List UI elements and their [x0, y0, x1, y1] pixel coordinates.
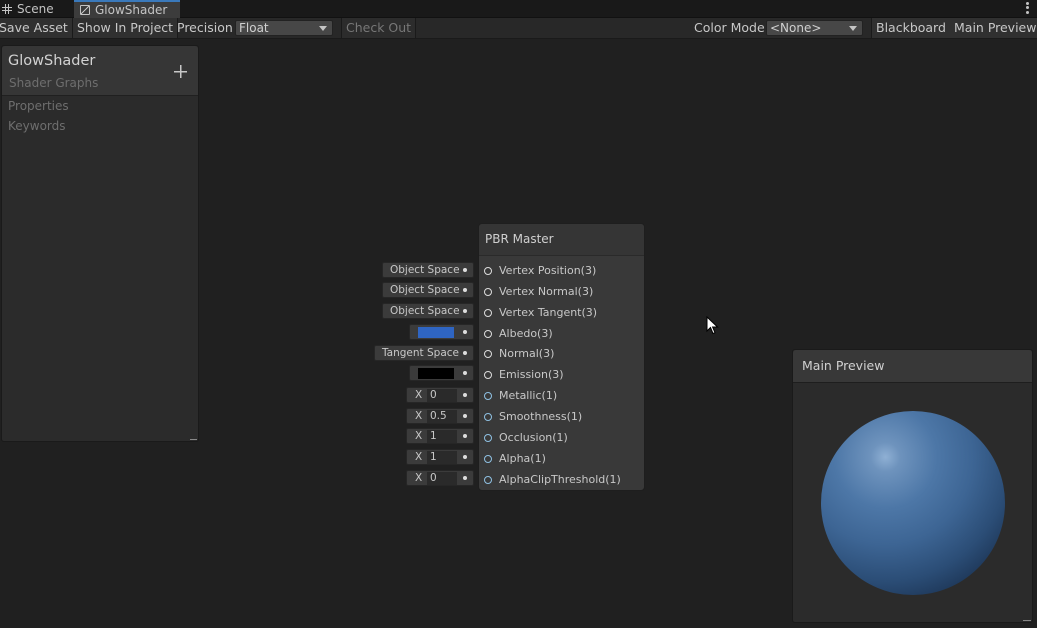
- check-out-button[interactable]: Check Out: [341, 18, 417, 38]
- mouse-cursor-icon: [706, 316, 719, 335]
- precision-label: Precision: [177, 20, 233, 35]
- color-mode-value: <None>: [770, 21, 822, 35]
- vertex-normal-space-dropdown[interactable]: Object Space: [382, 282, 474, 298]
- keywords-section[interactable]: Keywords: [8, 119, 66, 133]
- pbr-master-node[interactable]: PBR Master Vertex Position(3) Vertex Nor…: [478, 223, 645, 491]
- albedo-color-swatch: [418, 327, 454, 338]
- alpha-input[interactable]: 1: [427, 451, 457, 464]
- port-connector-icon[interactable]: [484, 350, 492, 358]
- emission-color-swatch: [418, 368, 454, 379]
- port-connector-icon[interactable]: [484, 371, 492, 379]
- shader-graph-icon: [80, 5, 90, 15]
- space-label: Tangent Space: [382, 347, 459, 359]
- normal-space-dropdown[interactable]: Tangent Space: [374, 345, 474, 361]
- port-connector-icon[interactable]: [484, 413, 492, 421]
- smoothness-input[interactable]: 0.5: [427, 410, 457, 423]
- properties-section[interactable]: Properties: [8, 99, 69, 113]
- blackboard-toggle-button[interactable]: Blackboard: [871, 18, 951, 38]
- vertex-tangent-space-dropdown[interactable]: Object Space: [382, 303, 474, 319]
- precision-dropdown[interactable]: Float: [235, 20, 333, 36]
- resize-handle[interactable]: [1023, 620, 1031, 621]
- tab-scene-label: Scene: [17, 2, 54, 16]
- port-connector-icon[interactable]: [484, 392, 492, 400]
- tab-scene[interactable]: Scene: [2, 0, 54, 18]
- blackboard-subtitle: Shader Graphs: [9, 76, 99, 90]
- more-options-icon[interactable]: [1026, 1, 1029, 15]
- occlusion-input[interactable]: 1: [427, 430, 457, 443]
- emission-color-field[interactable]: [409, 365, 474, 381]
- occlusion-value-field[interactable]: X1: [406, 428, 474, 444]
- preview-sphere[interactable]: [821, 411, 1005, 595]
- alpha-value-field[interactable]: X1: [406, 449, 474, 465]
- grid-icon: [2, 4, 12, 14]
- vertex-position-space-dropdown[interactable]: Object Space: [382, 262, 474, 278]
- metallic-input[interactable]: 0: [427, 389, 457, 402]
- dropdown-arrow-icon: [849, 26, 857, 31]
- albedo-color-field[interactable]: [409, 324, 474, 340]
- tab-glowshader-label: GlowShader: [95, 3, 168, 17]
- resize-handle[interactable]: [190, 439, 197, 440]
- show-in-project-button[interactable]: Show In Project: [73, 18, 179, 38]
- shader-graph-toolbar: Save Asset Show In Project Precision Flo…: [0, 18, 1037, 39]
- smoothness-value-field[interactable]: X 0.5: [406, 408, 474, 424]
- port-connector-icon[interactable]: [484, 455, 492, 463]
- precision-value: Float: [239, 21, 269, 35]
- blackboard-panel[interactable]: GlowShader Shader Graphs Properties Keyw…: [1, 45, 199, 442]
- color-mode-dropdown[interactable]: <None>: [766, 20, 863, 36]
- tab-glowshader[interactable]: GlowShader: [74, 0, 180, 18]
- blackboard-title: GlowShader: [8, 53, 96, 69]
- node-title: PBR Master: [479, 224, 644, 256]
- space-label: Object Space: [390, 264, 460, 276]
- save-asset-button[interactable]: Save Asset: [0, 18, 73, 38]
- add-property-icon[interactable]: [174, 65, 187, 78]
- color-mode-label: Color Mode: [694, 20, 765, 35]
- space-label: Object Space: [390, 284, 460, 296]
- port-connector-icon[interactable]: [484, 288, 492, 296]
- dropdown-arrow-icon: [319, 26, 327, 31]
- space-label: Object Space: [390, 305, 460, 317]
- main-preview-panel[interactable]: Main Preview: [792, 349, 1033, 623]
- port-connector-icon[interactable]: [484, 330, 492, 338]
- window-tab-bar: Scene GlowShader: [0, 0, 1037, 18]
- port-connector-icon[interactable]: [484, 267, 492, 275]
- port-connector-icon[interactable]: [484, 476, 492, 484]
- alpha-clip-threshold-input[interactable]: 0: [427, 472, 457, 485]
- port-connector-icon[interactable]: [484, 309, 492, 317]
- blackboard-header: GlowShader Shader Graphs: [2, 46, 198, 96]
- alpha-clip-threshold-value-field[interactable]: X0: [406, 470, 474, 486]
- main-preview-title: Main Preview: [793, 350, 1032, 383]
- main-preview-toggle-button[interactable]: Main Preview: [950, 18, 1037, 38]
- metallic-value-field[interactable]: X0: [406, 387, 474, 403]
- port-connector-icon[interactable]: [484, 434, 492, 442]
